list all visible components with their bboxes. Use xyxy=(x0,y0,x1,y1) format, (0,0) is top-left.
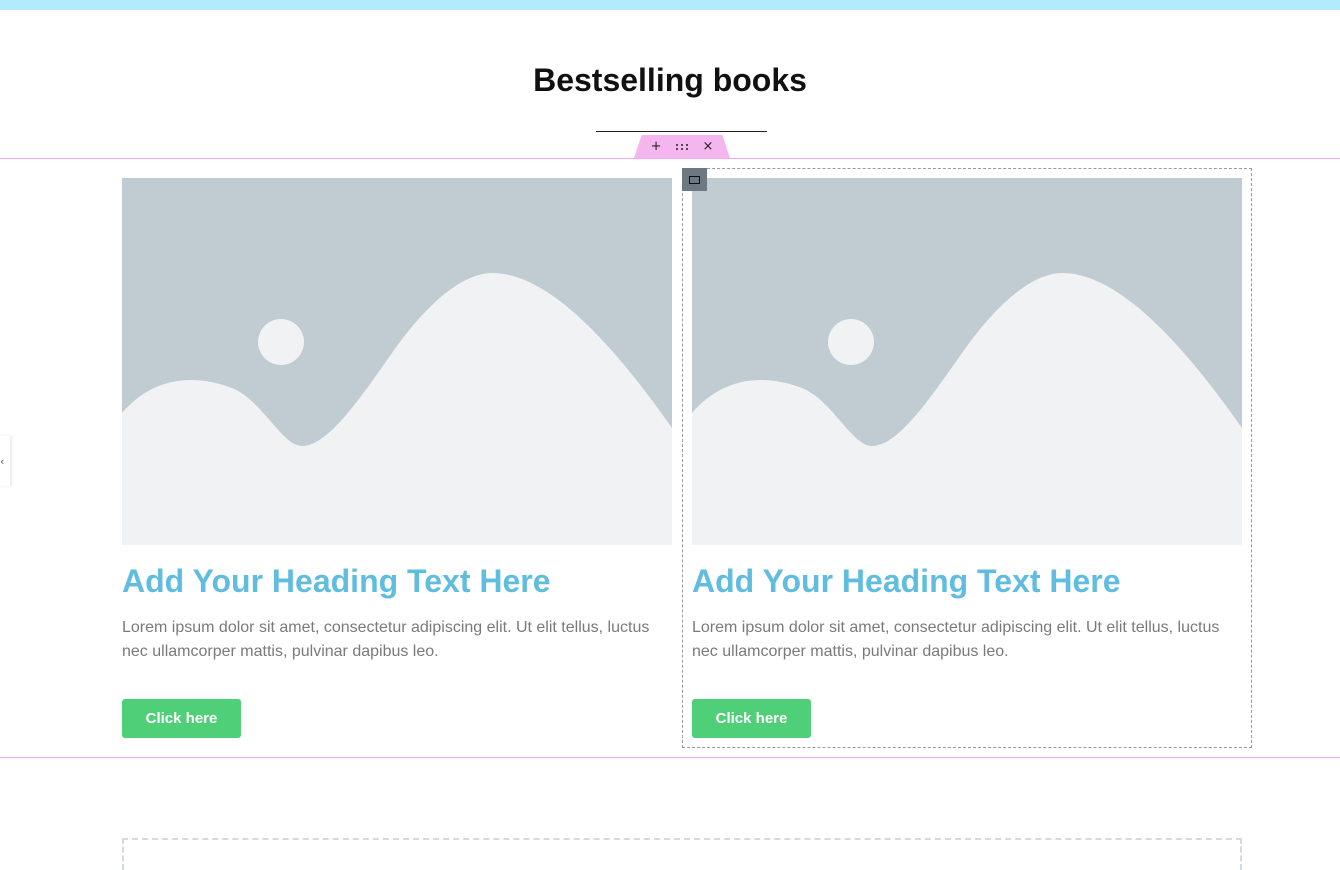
chevron-left-icon: ‹ xyxy=(0,454,5,468)
column-right[interactable]: Add Your Heading Text Here Lorem ipsum d… xyxy=(692,178,1242,738)
card-text: Lorem ipsum dolor sit amet, consectetur … xyxy=(122,619,650,660)
section-outline-bottom xyxy=(0,757,1340,758)
drag-dots-icon[interactable] xyxy=(675,143,689,150)
column-left[interactable]: Add Your Heading Text Here Lorem ipsum d… xyxy=(122,178,672,738)
title-divider xyxy=(596,131,767,132)
click-here-button[interactable]: Click here xyxy=(122,699,241,738)
page-title: Bestselling books xyxy=(533,62,807,98)
image-placeholder-icon[interactable] xyxy=(122,178,672,545)
add-section-icon[interactable]: + xyxy=(651,140,662,153)
top-strip xyxy=(0,0,1340,10)
section-outline-top xyxy=(0,158,1340,159)
column-icon xyxy=(689,175,700,184)
image-placeholder-icon[interactable] xyxy=(692,178,1242,545)
card-heading: Add Your Heading Text Here xyxy=(692,563,1121,599)
section-handle: + × xyxy=(634,135,730,158)
panel-collapse-tab[interactable]: ‹ xyxy=(0,436,11,486)
click-here-button[interactable]: Click here xyxy=(692,699,811,738)
empty-section-dropzone[interactable] xyxy=(122,838,1242,870)
card-heading: Add Your Heading Text Here xyxy=(122,563,551,599)
card-text: Lorem ipsum dolor sit amet, consectetur … xyxy=(692,619,1220,660)
close-section-icon[interactable]: × xyxy=(703,140,714,153)
column-handle[interactable] xyxy=(682,168,707,191)
